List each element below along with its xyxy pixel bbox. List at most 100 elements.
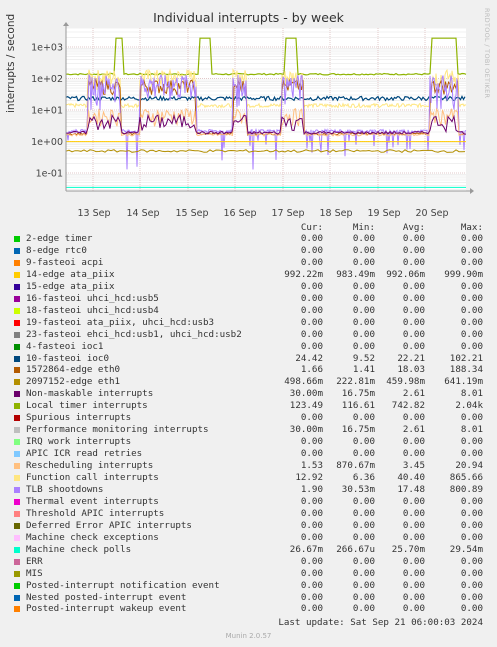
x-tick-label: 18 Sep: [319, 208, 352, 219]
legend-value-cur: 123.49: [289, 400, 323, 412]
legend-value-avg: 2.61: [402, 424, 425, 436]
legend-value-avg: 992.06m: [386, 268, 425, 280]
munin-version: Munin 2.0.57: [225, 632, 272, 640]
y-axis-arrow: [63, 22, 69, 26]
column-header-avg: Avg:: [402, 222, 425, 233]
legend-swatch: [14, 534, 20, 541]
legend-swatch: [14, 475, 20, 481]
legend-value-cur: 0.00: [300, 340, 323, 352]
legend-label: Local timer interrupts: [26, 400, 148, 412]
y-tick-label: 1e+00: [31, 137, 63, 148]
legend-value-cur: 0.00: [300, 495, 323, 507]
legend-value-avg: 0.00: [402, 233, 425, 244]
legend-value-avg: 25.70m: [391, 543, 425, 555]
x-tick-label: 16 Sep: [223, 208, 256, 219]
column-header-max: Max:: [460, 222, 483, 233]
legend-value-cur: 1.90: [300, 483, 323, 495]
legend-value-avg: 742.82: [391, 400, 425, 412]
legend-value-cur: 0.00: [300, 292, 323, 304]
x-tick-label: 13 Sep: [77, 208, 110, 219]
legend-value-cur: 0.00: [300, 256, 323, 268]
x-tick-label: 19 Sep: [367, 208, 400, 219]
legend-swatch: [14, 427, 20, 434]
legend-value-cur: 0.00: [300, 316, 323, 328]
legend-value-cur: 0.00: [300, 531, 323, 543]
legend-label: Posted-interrupt wakeup event: [26, 603, 187, 615]
legend-value-max: 29.54m: [449, 543, 483, 555]
legend-value-cur: 30.00m: [289, 424, 323, 436]
legend-label: Rescheduling interrupts: [26, 460, 154, 472]
legend-value-avg: 0.00: [402, 292, 425, 304]
legend-label: Non-maskable interrupts: [26, 388, 154, 400]
legend-value-avg: 0.00: [402, 555, 425, 567]
legend-value-cur: 1.66: [300, 364, 323, 376]
legend-label: 14-edge ata_piix: [26, 268, 115, 280]
legend-value-avg: 0.00: [402, 603, 425, 615]
legend-swatch: [14, 570, 20, 577]
legend-value-cur: 0.00: [300, 603, 323, 615]
legend-label: 4-fasteoi ioc1: [26, 340, 104, 352]
legend-value-max: 0.00: [460, 579, 483, 591]
legend-value-avg: 0.00: [402, 519, 425, 531]
legend-swatch: [14, 307, 20, 314]
legend-value-max: 999.90m: [444, 268, 483, 280]
legend-label: 9-fasteoi acpi: [26, 256, 104, 268]
last-update: Last update: Sat Sep 21 06:00:03 2024: [278, 617, 483, 628]
legend-value-max: 0.00: [460, 495, 483, 507]
legend-swatch: [14, 451, 20, 458]
legend-label: Deferred Error APIC interrupts: [26, 519, 192, 531]
legend-value-max: 20.94: [455, 460, 483, 472]
legend-label: 23-fasteoi ehci_hcd:usb1, uhci_hcd:usb2: [26, 328, 242, 340]
legend-value-avg: 0.00: [402, 495, 425, 507]
y-tick-label: 1e+02: [31, 74, 63, 85]
legend-value-max: 0.00: [460, 316, 483, 328]
legend-label: 1572864-edge eth0: [26, 364, 121, 376]
legend-value-max: 0.00: [460, 519, 483, 531]
legend-value-cur: 1.53: [300, 460, 323, 472]
legend-swatch: [14, 319, 20, 326]
legend-value-avg: 22.21: [397, 352, 425, 364]
legend-label: Performance monitoring interrupts: [26, 424, 209, 436]
legend-value-max: 0.00: [460, 233, 483, 244]
plot-area: 1e+03 1e+02 1e+01 1e+00 1e-01 13 Sep 14 Sep 15 …: [31, 22, 474, 219]
legend-value-max: 865.66: [449, 472, 483, 483]
legend-value-max: 0.00: [460, 280, 483, 292]
legend-value-avg: 0.00: [402, 328, 425, 340]
legend-value-max: 0.00: [460, 244, 483, 256]
legend-label: 19-fasteoi ata_piix, uhci_hcd:usb3: [26, 316, 215, 328]
legend-value-cur: 24.42: [295, 352, 323, 364]
legend-value-avg: 0.00: [402, 579, 425, 591]
legend-value-max: 0.00: [460, 603, 483, 615]
y-tick-label: 1e+03: [31, 43, 63, 54]
legend-swatch: [14, 295, 20, 302]
legend-swatch: [14, 582, 20, 589]
legend-label: Nested posted-interrupt event: [26, 591, 187, 603]
legend-value-avg: 40.40: [397, 472, 425, 483]
legend-value-avg: 0.00: [402, 591, 425, 603]
legend-value-max: 0.00: [460, 567, 483, 579]
legend-swatch: [14, 403, 20, 410]
legend-swatch: [14, 391, 20, 398]
legend-label: IRQ work interrupts: [26, 436, 132, 448]
legend-swatch: [14, 606, 20, 613]
legend-value-cur: 0.00: [300, 436, 323, 448]
legend-value-avg: 0.00: [402, 436, 425, 448]
legend-value-cur: 0.00: [300, 328, 323, 340]
legend-value-avg: 2.61: [402, 388, 425, 400]
legend-label: 15-edge ata_piix: [26, 280, 115, 292]
legend-value-max: 2.04k: [455, 400, 483, 412]
legend-value-cur: 0.00: [300, 280, 323, 292]
legend-value-max: 0.00: [460, 340, 483, 352]
legend-label: Threshold APIC interrupts: [26, 507, 165, 519]
legend-label: Posted-interrupt notification event: [26, 579, 220, 591]
x-tick-label: 17 Sep: [271, 208, 304, 219]
legend-value-max: 641.19m: [444, 376, 483, 388]
legend-value-cur: 0.00: [300, 579, 323, 591]
legend-label: 10-fasteoi ioc0: [26, 352, 109, 364]
legend-swatch: [14, 594, 20, 601]
legend-value-cur: 0.00: [300, 233, 323, 244]
legend-value-cur: 0.00: [300, 519, 323, 531]
legend-value-avg: 459.98m: [386, 376, 425, 388]
legend-value-max: 0.00: [460, 256, 483, 268]
legend-label: Thermal event interrupts: [26, 495, 159, 507]
